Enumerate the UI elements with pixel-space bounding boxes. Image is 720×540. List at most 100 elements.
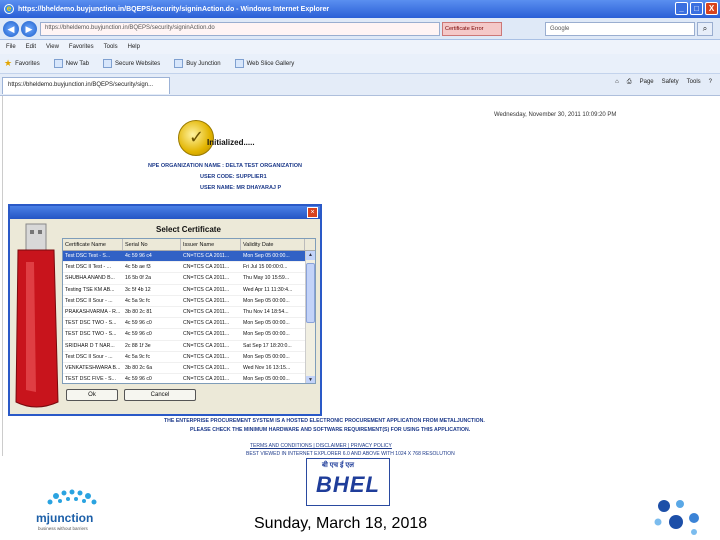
menu-edit[interactable]: Edit <box>26 44 36 50</box>
ok-button[interactable]: Ok <box>66 389 118 401</box>
table-row[interactable]: SRIDHAR D T NAR... 2c 88 1f 3e CN=TCS CA 2… <box>63 341 315 352</box>
table-cell: Thu May 10 15:59... <box>243 275 290 282</box>
table-row[interactable]: VENKATESHWARA B... 3b 80 2c 6a CN=TCS CA 2… <box>63 363 315 375</box>
maximize-button[interactable]: □ <box>690 2 703 15</box>
cancel-button[interactable]: Cancel <box>124 389 196 401</box>
status-initialized: Initialized..... <box>207 138 255 147</box>
table-cell: SRIDHAR D T NAR... <box>65 342 115 349</box>
table-cell: Thu Nov 14 18:54... <box>243 308 289 315</box>
table-cell: 4c 59 96 c0 <box>125 320 152 327</box>
close-button[interactable]: X <box>705 2 718 15</box>
table-cell: TEST DSC TWO - S... <box>65 331 117 338</box>
table-cell: VENKATESHWARA B... <box>65 364 121 371</box>
table-row[interactable]: Test DSC Test - S... 4c 59 96 c4 CN=TCS CA… <box>63 251 315 263</box>
table-scrollbar[interactable]: ▲ ▼ <box>305 251 315 383</box>
table-cell: Test DSC II Test - ... <box>65 264 112 271</box>
page-icon <box>53 59 63 68</box>
table-cell: Mon Sep 05 00:00... <box>243 297 290 304</box>
favorites-label: Favorites <box>15 60 40 67</box>
page-icon <box>103 59 113 68</box>
table-cell: TEST DSC FIVE - S... <box>65 376 116 383</box>
table-body: Test DSC Test - S... 4c 59 96 c4 CN=TCS CA… <box>63 251 315 383</box>
table-cell: Mon Sep 05 00:00... <box>243 320 290 327</box>
address-bar[interactable]: https://bheldemo.buyjunction.in/BQEPS/se… <box>40 22 440 36</box>
table-cell: CN=TCS CA 2011... <box>183 320 230 327</box>
minimize-button[interactable]: _ <box>675 2 688 15</box>
back-arrow-icon[interactable]: ◀ <box>3 21 19 37</box>
table-cell: CN=TCS CA 2011... <box>183 376 230 383</box>
info-user-code: USER CODE: SUPPLIER1 <box>200 174 267 180</box>
table-cell: Mon Sep 05 00:00... <box>243 331 290 338</box>
table-cell: CN=TCS CA 2011... <box>183 264 230 271</box>
table-row[interactable]: PRAKASHVARMA - R... 3b 80 2c 81 CN=TCS CA … <box>63 307 315 319</box>
column-header[interactable]: Validity Date <box>241 239 305 250</box>
table-cell: Test DSC II Sour - ... <box>65 353 113 360</box>
dialog-titlebar: × <box>10 206 320 219</box>
window-title: https://bheldemo.buyjunction.in/BQEPS/se… <box>18 5 330 13</box>
table-cell: TEST DSC TWO - S... <box>65 320 117 327</box>
table-cell: CN=TCS CA 2011... <box>183 342 230 349</box>
tool-page[interactable]: Page <box>640 79 654 86</box>
column-header[interactable]: Serial No <box>123 239 181 250</box>
fav-item-secure-websites[interactable]: Secure Websites <box>103 59 160 68</box>
table-cell: 2c 88 1f 3e <box>125 342 151 349</box>
bhel-wordmark: BHEL <box>316 472 380 497</box>
scroll-down-icon[interactable]: ▼ <box>306 376 315 383</box>
column-header[interactable]: Issuer Name <box>181 239 241 250</box>
tab-current[interactable]: https://bheldemo.buyjunction.in/BQEPS/se… <box>2 77 170 94</box>
table-cell: 4c 5a 9c fc <box>125 353 151 360</box>
ie-logo-icon: e <box>4 4 14 14</box>
table-row[interactable]: TEST DSC TWO - S... 4c 59 96 c0 CN=TCS CA … <box>63 329 315 341</box>
footer-links[interactable]: TERMS AND CONDITIONS | DISCLAIMER | PRIV… <box>250 443 392 449</box>
table-cell: CN=TCS CA 2011... <box>183 331 230 338</box>
table-cell: 4c 59 96 c0 <box>125 331 152 338</box>
forward-arrow-icon[interactable]: ▶ <box>21 21 37 37</box>
table-cell: Testing TSE KM AB... <box>65 286 115 293</box>
search-icon[interactable]: ⌕ <box>697 22 713 36</box>
home-icon[interactable]: ⌂ <box>615 79 619 86</box>
table-row[interactable]: SHUBHA ANAND B... 16 5b 0f 2a CN=TCS CA 20… <box>63 273 315 285</box>
scroll-thumb[interactable] <box>306 263 315 323</box>
favorites-button[interactable]: ★ Favorites <box>4 58 40 69</box>
table-row[interactable]: Test DSC II Test - ... 4c 5b ae f3 CN=TCS … <box>63 262 315 274</box>
notice-line-1: THE ENTERPRISE PROCUREMENT SYSTEM IS A H… <box>164 418 485 424</box>
search-input[interactable]: Google <box>545 22 695 36</box>
tool-safety[interactable]: Safety <box>662 79 679 86</box>
table-cell: CN=TCS CA 2011... <box>183 353 230 360</box>
menu-file[interactable]: File <box>6 44 16 50</box>
menu-help[interactable]: Help <box>128 44 140 50</box>
column-header[interactable]: Certificate Name <box>63 239 123 250</box>
window-titlebar: e https://bheldemo.buyjunction.in/BQEPS/… <box>0 0 720 18</box>
table-cell: CN=TCS CA 2011... <box>183 297 230 304</box>
table-row[interactable]: Test DSC II Sour - ... 4c 5a 9c fc CN=TCS … <box>63 296 315 307</box>
help-icon[interactable]: ? <box>709 79 712 86</box>
table-cell: SHUBHA ANAND B... <box>65 275 115 282</box>
menu-view[interactable]: View <box>46 44 59 50</box>
certificate-error-badge[interactable]: Certificate Error <box>442 22 502 36</box>
table-cell: CN=TCS CA 2011... <box>183 286 230 293</box>
certificate-table: Certificate Name Serial No Issuer Name V… <box>62 238 316 384</box>
fav-item-web-slice-gallery[interactable]: Web Slice Gallery <box>234 59 295 68</box>
dialog-close-button[interactable]: × <box>307 207 318 218</box>
menu-favorites[interactable]: Favorites <box>69 44 94 50</box>
menu-tools[interactable]: Tools <box>104 44 118 50</box>
table-cell: Test DSC II Sour - ... <box>65 297 113 304</box>
fav-item-new-tab[interactable]: New Tab <box>53 59 89 68</box>
page-icon <box>174 59 184 68</box>
table-cell: 16 5b 0f 2a <box>125 275 151 282</box>
table-row[interactable]: TEST DSC TWO - S... 4c 59 96 c0 CN=TCS CA … <box>63 318 315 330</box>
fav-item-label: Web Slice Gallery <box>246 60 295 67</box>
table-row[interactable]: TEST DSC FIVE - S... 4c 59 96 c0 CN=TCS CA… <box>63 374 315 383</box>
scroll-up-icon[interactable]: ▲ <box>306 251 315 260</box>
print-icon[interactable]: ⎙ <box>627 79 632 86</box>
table-row[interactable]: Testing TSE KM AB... 3c 5f 4b 12 CN=TCS CA… <box>63 285 315 296</box>
tool-tools[interactable]: Tools <box>687 79 701 86</box>
bhel-hindi-text: बी एच ई एल <box>322 462 355 469</box>
fav-item-buy-junction[interactable]: Buy Junction <box>174 59 221 68</box>
table-row[interactable]: Test DSC II Sour - ... 4c 5a 9c fc CN=TCS … <box>63 352 315 363</box>
table-cell: CN=TCS CA 2011... <box>183 253 230 259</box>
info-organization: NPE ORGANIZATION NAME : DELTA TEST ORGAN… <box>148 163 302 169</box>
info-user-name: USER NAME: MR DHAYARAJ P <box>200 185 282 191</box>
slide-date: Sunday, March 18, 2018 <box>254 515 428 532</box>
decorative-dots-icon <box>654 500 699 535</box>
